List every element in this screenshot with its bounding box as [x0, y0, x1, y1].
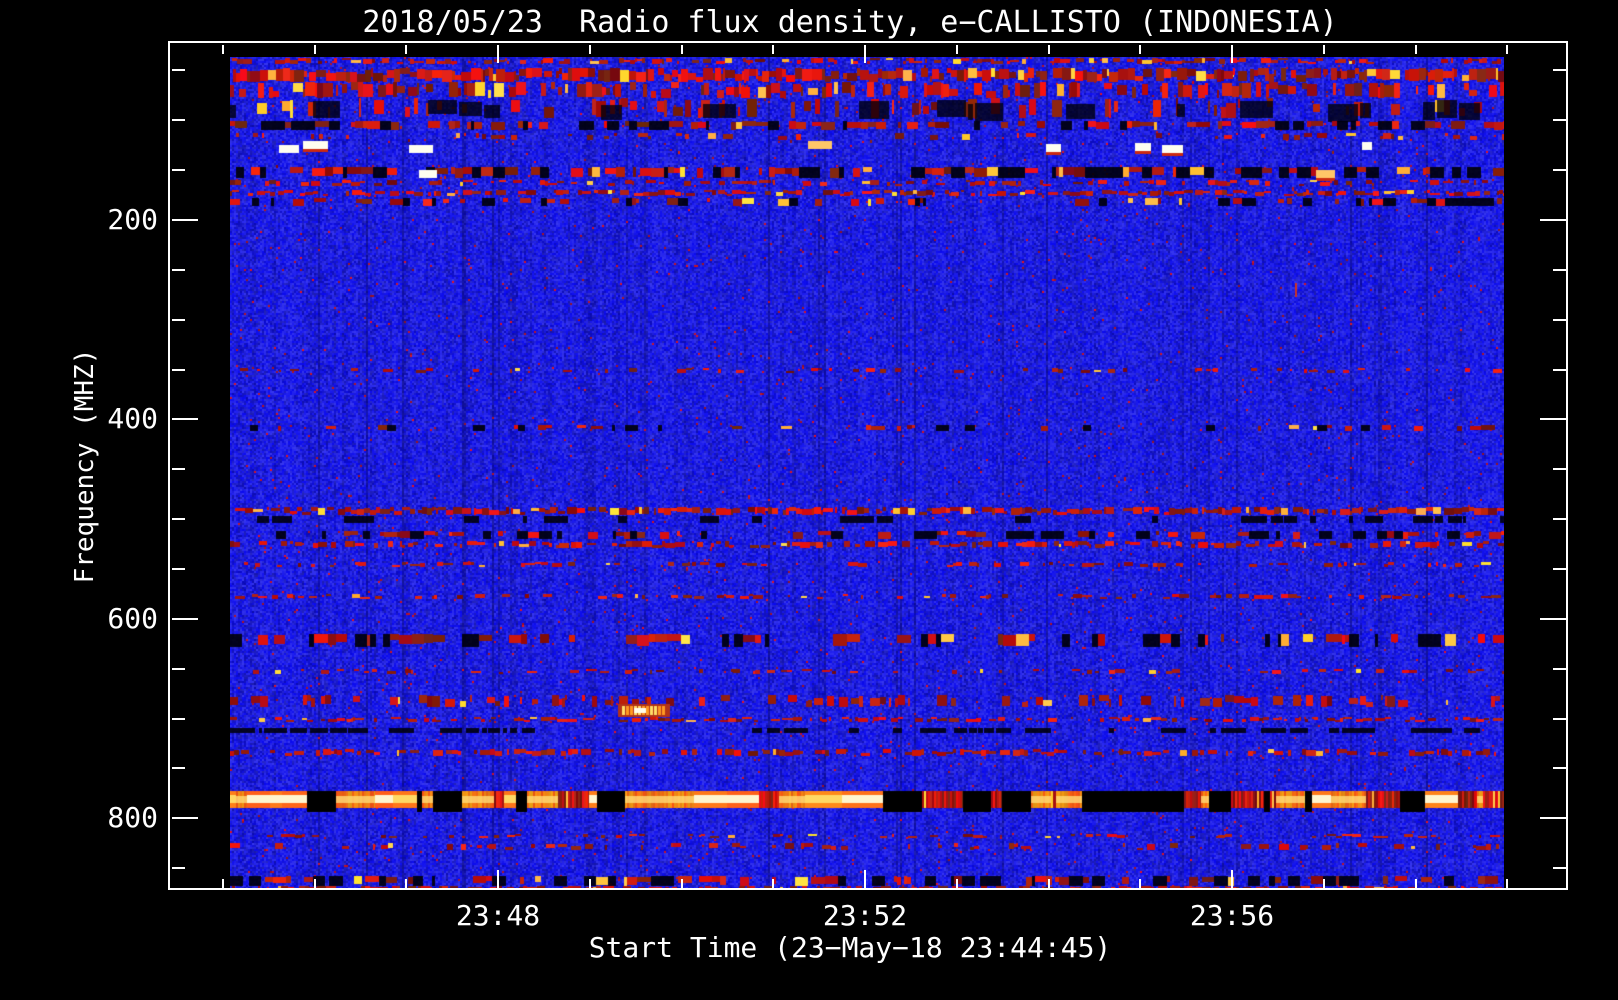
y-axis-tick — [172, 119, 185, 121]
y-axis-tick — [1553, 767, 1566, 769]
y-axis-tick — [1553, 119, 1566, 121]
y-axis-tick — [1553, 668, 1566, 670]
x-axis-tick — [864, 45, 866, 63]
y-axis-tick — [172, 668, 185, 670]
y-axis-tick — [1553, 518, 1566, 520]
x-axis-tick — [405, 45, 407, 54]
x-axis-tick — [1139, 879, 1141, 888]
y-axis-tick — [1553, 319, 1566, 321]
y-axis-tick — [172, 718, 185, 720]
y-axis-tick — [172, 169, 185, 171]
x-axis-tick — [1323, 879, 1325, 888]
y-axis-tick — [172, 618, 198, 620]
x-axis-tick — [1506, 45, 1508, 54]
chart-title: 2018/05/23 Radio flux density, e−CALLIST… — [362, 5, 1338, 40]
y-axis-tick — [172, 69, 185, 71]
y-axis-tick — [1540, 219, 1566, 221]
x-axis-tick — [314, 45, 316, 54]
y-axis-tick — [1553, 69, 1566, 71]
x-axis-tick — [1139, 45, 1141, 54]
x-axis-tick — [1048, 45, 1050, 54]
y-axis-tick — [1553, 169, 1566, 171]
x-axis-tick — [222, 879, 224, 888]
x-axis-tick — [681, 45, 683, 54]
x-axis-tick — [314, 879, 316, 888]
x-axis-tick — [405, 879, 407, 888]
x-tick-label: 23:52 — [822, 899, 908, 932]
x-axis-tick — [1415, 879, 1417, 888]
y-axis-tick — [172, 867, 185, 869]
x-axis-tick — [1323, 45, 1325, 54]
y-axis-tick — [1553, 269, 1566, 271]
y-axis-tick — [1540, 618, 1566, 620]
y-axis-tick — [1540, 817, 1566, 819]
y-axis-tick — [172, 418, 198, 420]
x-axis-tick — [956, 45, 958, 54]
y-axis-tick — [172, 319, 185, 321]
y-axis-tick — [1553, 867, 1566, 869]
x-axis-tick — [956, 879, 958, 888]
x-axis-tick — [681, 879, 683, 888]
x-axis-tick — [1415, 45, 1417, 54]
y-axis-tick — [1553, 468, 1566, 470]
x-axis-tick — [497, 45, 499, 63]
x-axis-tick — [1506, 879, 1508, 888]
x-axis-tick — [1048, 879, 1050, 888]
y-axis-tick — [172, 269, 185, 271]
y-axis-title: Frequency (MHZ) — [70, 348, 100, 584]
plot-frame — [168, 41, 1568, 890]
y-axis-tick — [172, 767, 185, 769]
y-axis-tick — [172, 219, 198, 221]
y-tick-label: 200 — [107, 203, 158, 236]
x-axis-tick — [589, 879, 591, 888]
y-axis-tick — [1553, 369, 1566, 371]
y-axis-tick — [172, 518, 185, 520]
y-axis-tick — [1553, 568, 1566, 570]
x-axis-tick — [1231, 870, 1233, 888]
x-tick-label: 23:56 — [1189, 899, 1275, 932]
y-tick-label: 800 — [107, 801, 158, 834]
y-axis-tick — [1540, 418, 1566, 420]
x-axis-tick — [589, 45, 591, 54]
y-axis-tick — [172, 817, 198, 819]
y-axis-tick — [172, 369, 185, 371]
y-axis-tick — [1553, 718, 1566, 720]
x-axis-tick — [864, 870, 866, 888]
x-axis-tick — [772, 45, 774, 54]
y-axis-tick — [172, 568, 185, 570]
x-axis-title: Start Time (23−May−18 23:44:45) — [588, 931, 1112, 964]
y-axis-tick — [172, 468, 185, 470]
x-axis-tick — [1231, 45, 1233, 63]
x-axis-tick — [497, 870, 499, 888]
spectrogram-figure: 2018/05/23 Radio flux density, e−CALLIST… — [0, 0, 1618, 1000]
x-axis-tick — [222, 45, 224, 54]
x-axis-tick — [772, 879, 774, 888]
x-tick-label: 23:48 — [455, 899, 541, 932]
